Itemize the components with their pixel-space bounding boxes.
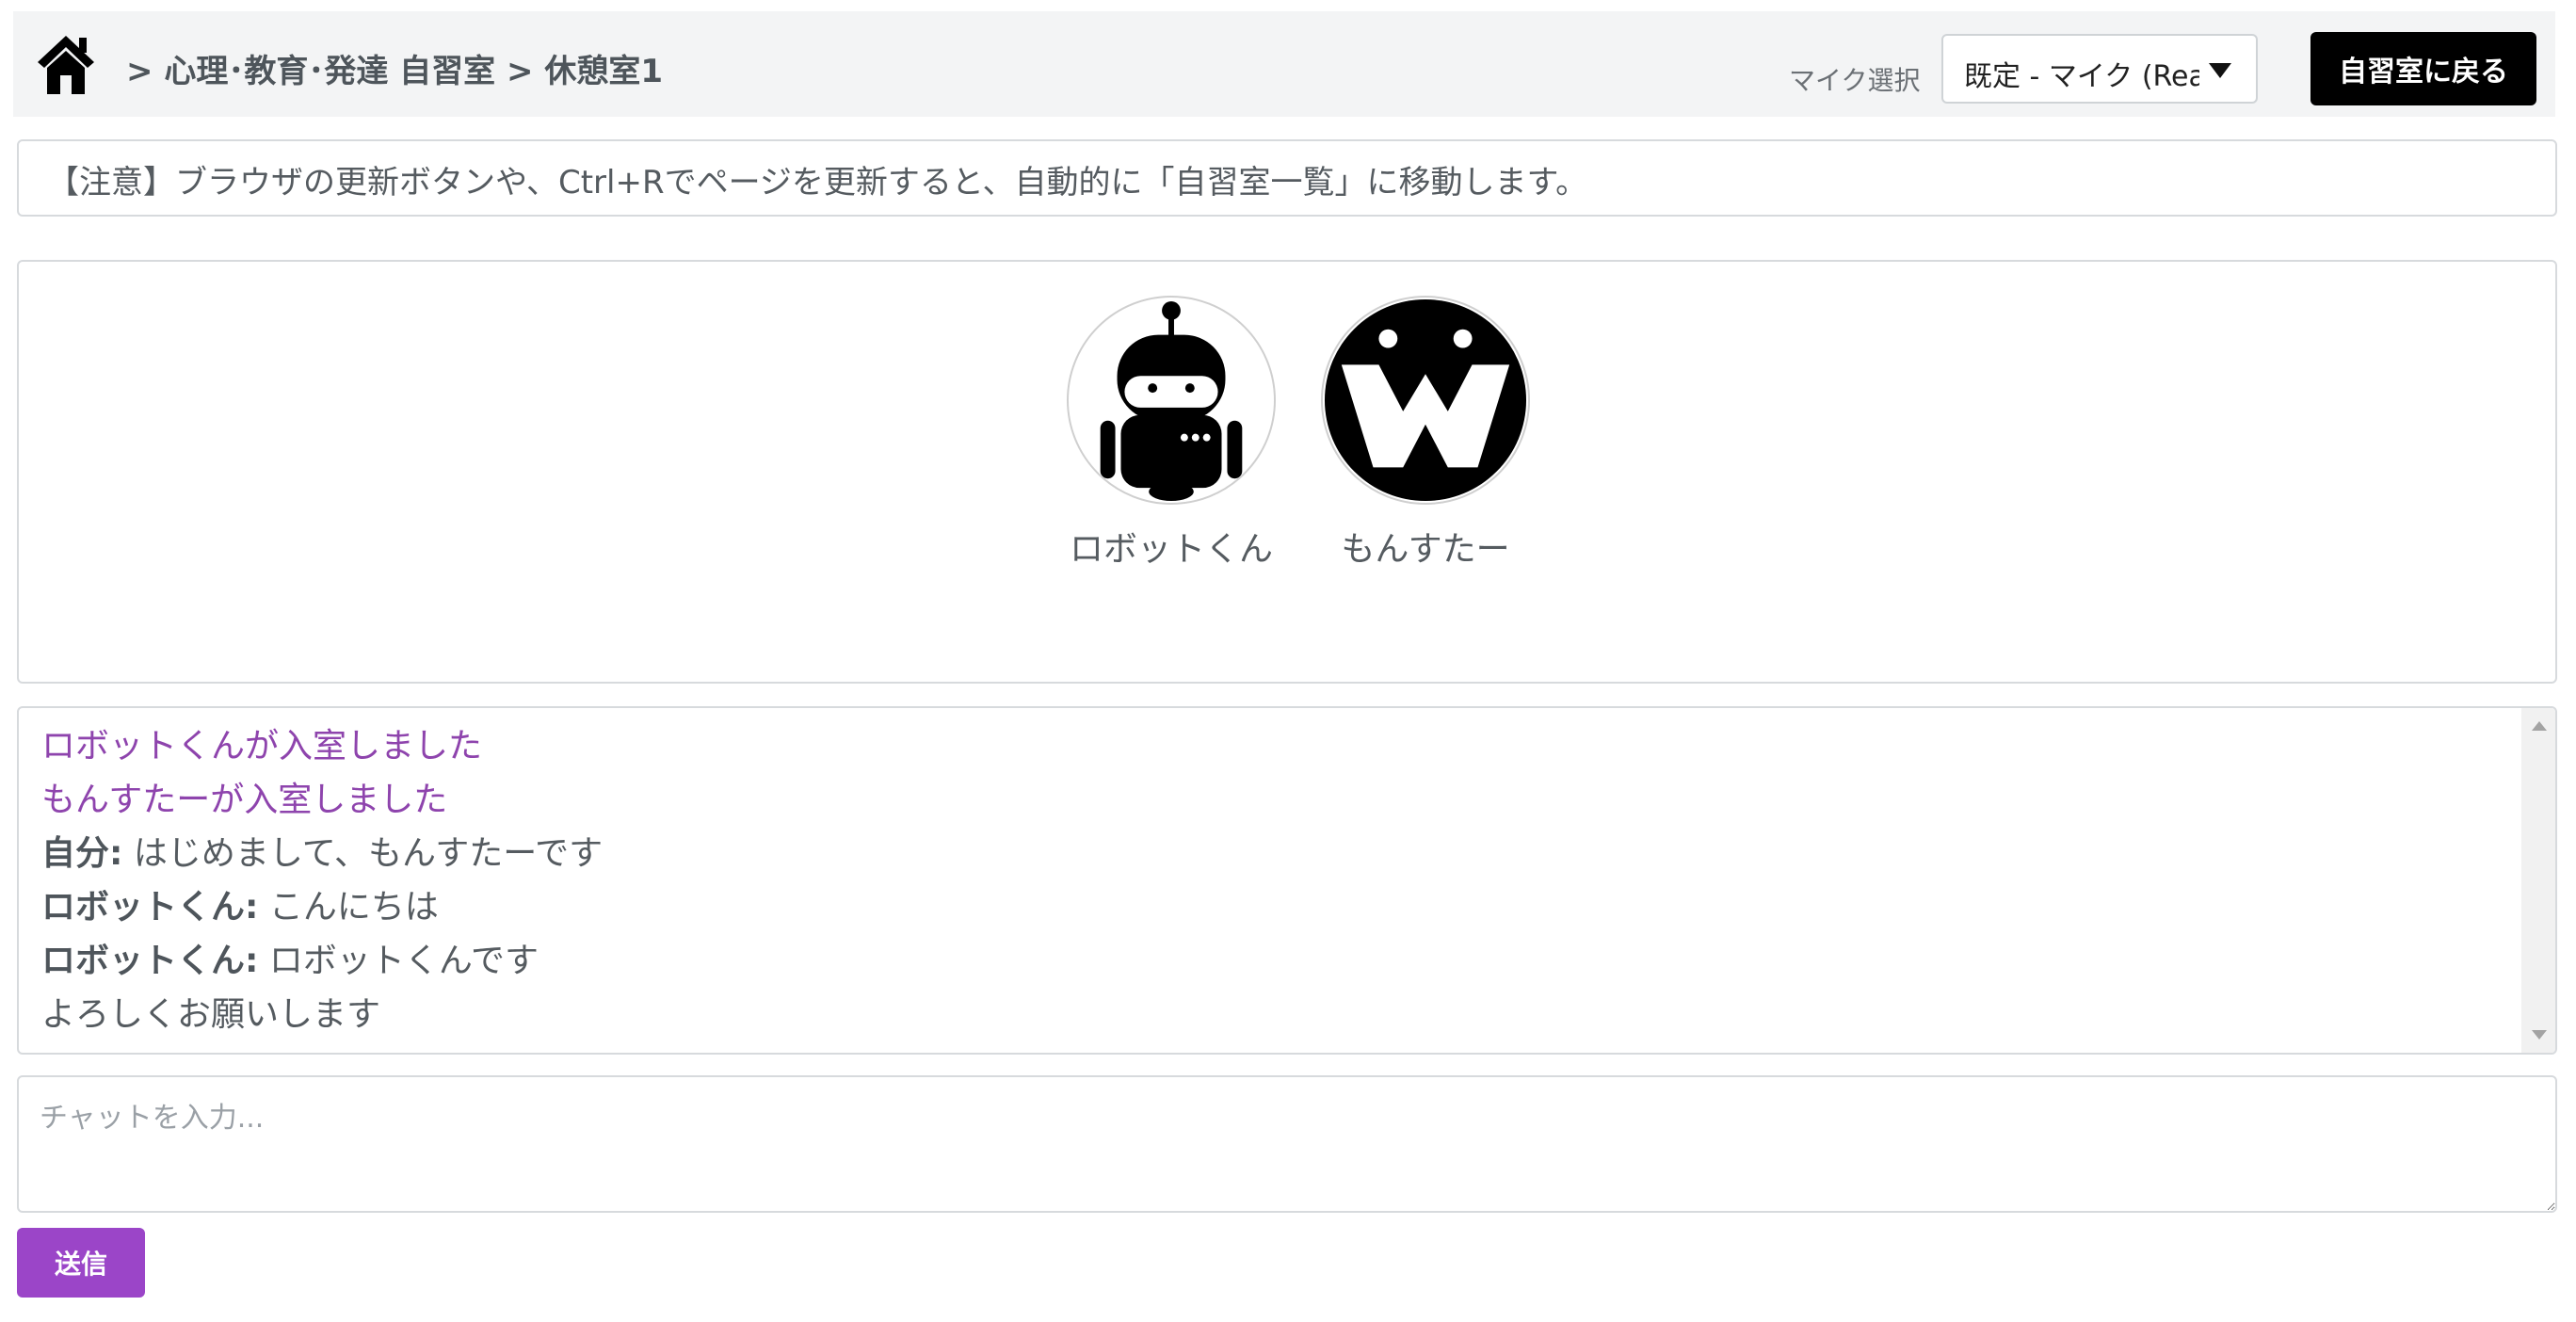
- chat-input[interactable]: [17, 1075, 2557, 1213]
- top-bar: > 心理･教育･発達 自習室 > 休憩室1 マイク選択 既定 - マイク (Re…: [13, 11, 2555, 117]
- chat-log[interactable]: ロボットくんが入室しました もんすたーが入室しました 自分: はじめまして、もん…: [17, 706, 2557, 1055]
- system-message: ロボットくんが入室しました: [41, 727, 483, 766]
- monster-avatar-icon: [1324, 298, 1527, 502]
- participant-name: もんすたー: [1341, 530, 1510, 569]
- chat-message-continuation: よろしくお願いします: [41, 995, 381, 1034]
- dropdown-arrow-icon: [2209, 63, 2231, 78]
- mic-select[interactable]: 既定 - マイク (Realtek Audio): [1941, 34, 2258, 104]
- avatar: [1321, 296, 1530, 505]
- participant-robot: ロボットくん: [1058, 296, 1284, 571]
- mic-selected-value: 既定 - マイク (Realtek Audio): [1964, 60, 2199, 93]
- participant-monster: もんすたー: [1312, 296, 1538, 571]
- participants-panel: ロボットくん もんすたー: [17, 260, 2557, 684]
- mic-select-label: マイク選択: [1789, 65, 1921, 96]
- chat-log-scrollbar[interactable]: [2521, 708, 2555, 1053]
- breadcrumb: > 心理･教育･発達 自習室 > 休憩室1: [126, 53, 663, 90]
- refresh-warning-notice: 【注意】ブラウザの更新ボタンや、Ctrl+Rでページを更新すると、自動的に「自習…: [17, 139, 2557, 217]
- chat-message: 自分: はじめまして、もんすたーです: [41, 827, 603, 880]
- message-speaker: 自分:: [41, 834, 123, 873]
- scroll-down-arrow-icon[interactable]: [2532, 1030, 2547, 1040]
- message-text: こんにちは: [258, 888, 439, 927]
- scroll-up-arrow-icon[interactable]: [2532, 721, 2547, 731]
- system-message: もんすたーが入室しました: [41, 781, 448, 819]
- message-text: はじめまして、もんすたーです: [122, 834, 604, 873]
- chat-message: ロボットくん: ロボットくんです: [41, 934, 603, 988]
- back-to-study-room-button[interactable]: 自習室に戻る: [2310, 32, 2536, 105]
- participant-name: ロボットくん: [1069, 530, 1273, 569]
- chat-message: ロボットくん: こんにちは: [41, 880, 603, 934]
- house-icon[interactable]: [36, 32, 96, 96]
- avatar: [1067, 296, 1276, 505]
- message-speaker: ロボットくん:: [41, 888, 259, 927]
- send-button[interactable]: 送信: [17, 1228, 145, 1298]
- message-text: ロボットくんです: [258, 942, 539, 980]
- message-speaker: ロボットくん:: [41, 942, 259, 980]
- robot-avatar-icon: [1100, 300, 1243, 502]
